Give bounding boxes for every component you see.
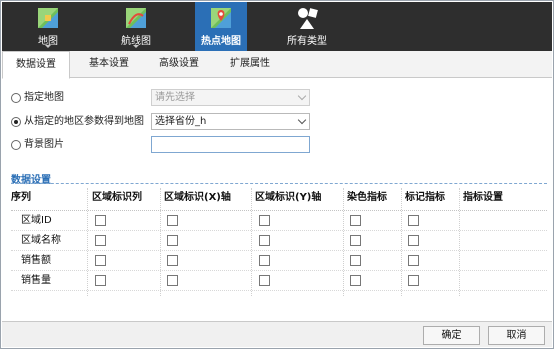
background-image-radio[interactable]: [11, 140, 21, 150]
chevron-down-icon: [133, 45, 139, 48]
region-x-axis-checkbox[interactable]: [167, 275, 178, 286]
region-x-axis-checkbox[interactable]: [167, 215, 178, 226]
tab-advanced-settings[interactable]: 高级设置: [147, 51, 211, 78]
table-row: 区域ID: [11, 211, 547, 231]
marker-indicator-checkbox[interactable]: [408, 255, 419, 266]
table-row: 区域名称: [11, 231, 547, 251]
marker-indicator-checkbox[interactable]: [408, 215, 419, 226]
table-row: 销售量: [11, 271, 547, 291]
color-indicator-checkbox[interactable]: [350, 275, 361, 286]
row-label: 区域ID: [21, 215, 52, 226]
chevron-down-icon: [45, 45, 51, 48]
row-label: 区域名称: [21, 235, 61, 246]
chart-type-heat-map[interactable]: 热点地图: [195, 2, 247, 51]
chart-type-all[interactable]: 所有类型: [284, 2, 330, 51]
column-header: 区域标识列: [92, 192, 142, 203]
column-header: 指标设置: [463, 192, 503, 203]
column-header: 染色指标: [347, 192, 387, 203]
region-id-column-checkbox[interactable]: [95, 275, 106, 286]
ok-button[interactable]: 确定: [423, 326, 480, 345]
marker-indicator-checkbox[interactable]: [408, 275, 419, 286]
column-header: 区域标识(X)轴: [164, 192, 231, 203]
chart-type-label: 热点地图: [201, 36, 241, 47]
chevron-down-icon: [297, 91, 307, 101]
table-row: 销售额: [11, 251, 547, 271]
column-header: 区域标识(Y)轴: [255, 192, 322, 203]
color-indicator-checkbox[interactable]: [350, 235, 361, 246]
color-indicator-checkbox[interactable]: [350, 255, 361, 266]
cancel-button[interactable]: 取消: [488, 326, 545, 345]
region-param-label: 从指定的地区参数得到地图: [24, 116, 144, 127]
specified-map-radio[interactable]: [11, 93, 21, 103]
region-id-column-checkbox[interactable]: [95, 255, 106, 266]
route-map-icon: [126, 8, 146, 28]
chart-type-label: 所有类型: [287, 36, 327, 47]
region-y-axis-checkbox[interactable]: [259, 215, 270, 226]
map-icon: [38, 8, 58, 28]
region-y-axis-checkbox[interactable]: [259, 235, 270, 246]
region-y-axis-checkbox[interactable]: [259, 255, 270, 266]
row-label: 销售额: [21, 255, 51, 266]
region-id-column-checkbox[interactable]: [95, 235, 106, 246]
tab-extended-properties[interactable]: 扩展属性: [218, 51, 282, 78]
all-types-icon: [298, 8, 318, 29]
background-image-input[interactable]: [151, 136, 310, 153]
chart-settings-dialog: 地图 航线图 热点地图 所有类型 数据设置 基本设置 高级设置 扩展属性 指定地…: [0, 0, 554, 349]
region-param-radio[interactable]: [11, 117, 21, 127]
heat-map-icon: [211, 8, 231, 28]
tab-data-settings[interactable]: 数据设置: [2, 51, 70, 79]
region-y-axis-checkbox[interactable]: [259, 275, 270, 286]
chart-type-map[interactable]: 地图: [30, 2, 66, 51]
row-label: 销售量: [21, 275, 51, 286]
color-indicator-checkbox[interactable]: [350, 215, 361, 226]
map-select-placeholder: 请先选择: [155, 92, 195, 103]
marker-indicator-checkbox[interactable]: [408, 235, 419, 246]
chart-type-route-map[interactable]: 航线图: [115, 2, 157, 51]
region-param-select[interactable]: 选择省份_h: [151, 113, 310, 130]
region-id-column-checkbox[interactable]: [95, 215, 106, 226]
tab-basic-settings[interactable]: 基本设置: [77, 51, 141, 78]
dialog-footer: 确定 取消: [2, 321, 552, 347]
map-select[interactable]: 请先选择: [151, 89, 310, 106]
column-header: 序列: [11, 192, 31, 203]
region-param-select-value: 选择省份_h: [155, 116, 207, 127]
background-image-label: 背景图片: [24, 139, 64, 150]
region-x-axis-checkbox[interactable]: [167, 235, 178, 246]
chart-type-bar: 地图 航线图 热点地图 所有类型: [2, 2, 552, 51]
region-x-axis-checkbox[interactable]: [167, 255, 178, 266]
column-header: 标记指标: [405, 192, 445, 203]
specified-map-label: 指定地图: [24, 92, 64, 103]
settings-tabs: 数据设置 基本设置 高级设置 扩展属性: [2, 51, 552, 79]
section-divider: [11, 183, 547, 184]
chevron-down-icon: [297, 115, 307, 125]
